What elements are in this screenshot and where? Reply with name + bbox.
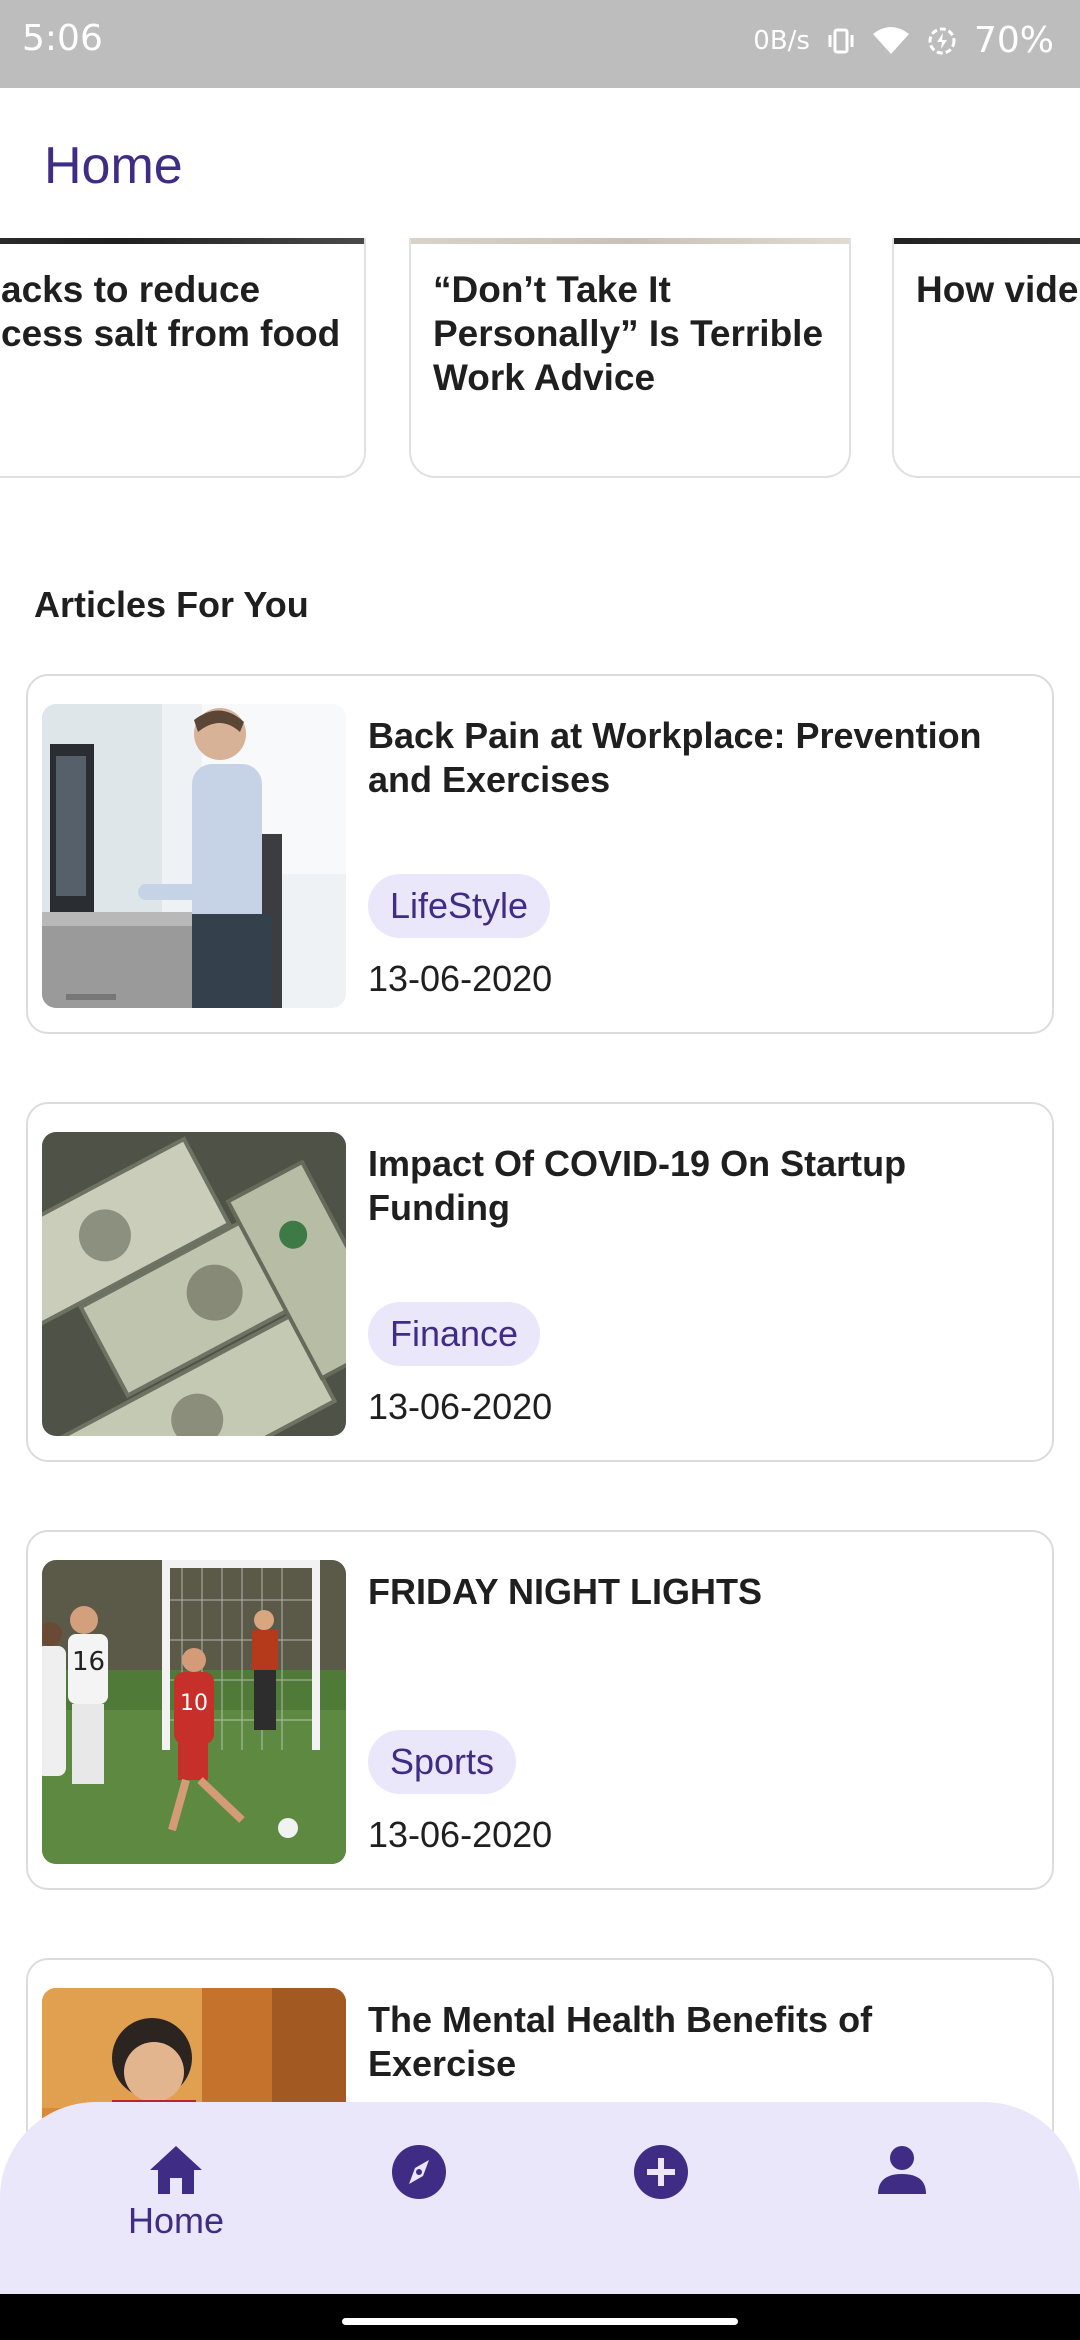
- featured-card[interactable]: “Don’t Take It Personally” Is Terrible W…: [409, 238, 851, 478]
- article-date: 13-06-2020: [368, 958, 553, 999]
- article-title: Impact Of COVID-19 On Startup Funding: [368, 1143, 907, 1228]
- gesture-handle[interactable]: [342, 2318, 738, 2325]
- article-card[interactable]: Back Pain at Workplace: Prevention and E…: [26, 674, 1054, 1034]
- nav-home[interactable]: Home: [96, 2144, 256, 2264]
- network-speed: 0B/s: [753, 25, 810, 56]
- category-chip[interactable]: LifeStyle: [368, 874, 551, 938]
- article-date: 13-06-2020: [368, 1814, 553, 1855]
- featured-image: [411, 238, 849, 244]
- category-chip[interactable]: Sports: [368, 1730, 517, 1794]
- nav-explore[interactable]: [339, 2144, 499, 2264]
- featured-card[interactable]: How vide affect the: [892, 238, 1080, 478]
- article-title: The Mental Health Benefits of Exercise: [368, 1999, 873, 2084]
- nav-home-label: Home: [127, 2200, 225, 2241]
- status-time: 5:06: [22, 18, 103, 59]
- category-chip[interactable]: Finance: [368, 1302, 541, 1366]
- vibrate-icon: [826, 26, 856, 56]
- add-circle-icon: [581, 2144, 741, 2200]
- featured-title: “Don’t Take It Personally” Is Terrible W…: [433, 269, 824, 398]
- section-title: Articles For You: [34, 584, 309, 625]
- page-title: Home: [44, 137, 183, 195]
- wifi-icon: [872, 26, 910, 56]
- app-bar: Home: [0, 88, 1080, 238]
- featured-carousel[interactable]: acks to reduce cess salt from food “Don’…: [0, 238, 1080, 488]
- svg-text:10: 10: [180, 1691, 208, 1716]
- article-card[interactable]: Impact Of COVID-19 On Startup Funding Fi…: [26, 1102, 1054, 1462]
- nav-profile[interactable]: [822, 2144, 982, 2264]
- compass-icon: [339, 2144, 499, 2200]
- featured-title-line: acks to reduce: [2, 269, 261, 310]
- article-thumbnail: 16 10: [42, 1560, 346, 1864]
- svg-text:16: 16: [72, 1647, 105, 1677]
- article-thumbnail: [42, 704, 346, 1008]
- featured-title: acks to reduce cess salt from food: [2, 268, 382, 356]
- battery-saver-icon: [926, 25, 958, 57]
- home-icon: [96, 2144, 256, 2196]
- status-bar: 5:06 0B/s 70%: [0, 0, 1080, 88]
- battery-level: 70%: [973, 20, 1054, 61]
- featured-title: How vide affect the: [916, 269, 1080, 310]
- bottom-navigation: Home: [0, 2102, 1080, 2294]
- article-thumbnail: [42, 1132, 346, 1436]
- person-icon: [822, 2144, 982, 2196]
- featured-image: [0, 238, 364, 244]
- status-icons: 0B/s 70%: [753, 20, 1054, 61]
- nav-add[interactable]: [581, 2144, 741, 2264]
- article-title: FRIDAY NIGHT LIGHTS: [368, 1571, 763, 1612]
- system-navigation-bar: [0, 2294, 1080, 2340]
- featured-title-line: cess salt from food: [2, 313, 341, 354]
- article-title: Back Pain at Workplace: Prevention and E…: [368, 715, 982, 800]
- article-date: 13-06-2020: [368, 1386, 553, 1427]
- featured-image: [894, 238, 1080, 244]
- article-card[interactable]: 16 10 FRIDAY NIGHT LIGHTS Sports 13-06-2…: [26, 1530, 1054, 1890]
- featured-card[interactable]: acks to reduce cess salt from food: [0, 238, 366, 478]
